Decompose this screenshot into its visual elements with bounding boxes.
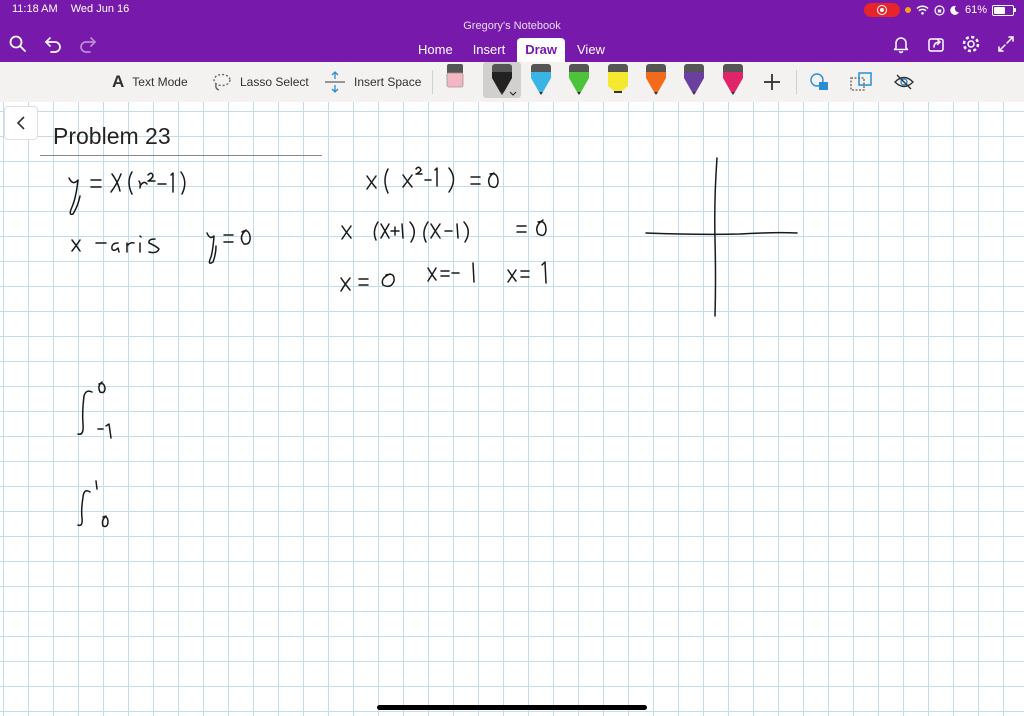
back-button[interactable] xyxy=(4,106,38,140)
battery-icon xyxy=(992,4,1016,16)
settings-gear-icon[interactable] xyxy=(960,33,982,55)
wifi-icon xyxy=(916,5,929,15)
screen-recording-icon[interactable] xyxy=(863,3,900,17)
page-title[interactable]: Problem 23 xyxy=(53,123,171,150)
status-bar-left: 11:18 AM Wed Jun 16 xyxy=(12,3,139,15)
ink-to-shape-icon[interactable] xyxy=(849,70,875,94)
cyan-pen-icon[interactable] xyxy=(531,64,551,95)
rotation-lock-icon xyxy=(934,4,945,16)
moon-icon xyxy=(950,5,959,15)
green-pen-icon[interactable] xyxy=(569,64,589,95)
bell-icon[interactable] xyxy=(890,33,912,55)
status-time: 11:18 AM xyxy=(12,3,58,15)
fullscreen-icon[interactable] xyxy=(995,33,1017,55)
ink-replay-icon[interactable] xyxy=(892,70,916,94)
tab-draw[interactable]: Draw xyxy=(517,38,565,64)
tab-home[interactable]: Home xyxy=(410,38,461,64)
redo-icon[interactable] xyxy=(77,33,99,55)
shapes-icon[interactable] xyxy=(808,70,832,94)
chevron-left-icon xyxy=(16,116,25,130)
status-bar-right: 61% xyxy=(863,3,1016,17)
yellow-highlighter-icon[interactable] xyxy=(608,64,628,93)
mic-indicator-icon xyxy=(904,7,911,13)
notebook-title: Gregory's Notebook xyxy=(463,20,561,32)
share-icon[interactable] xyxy=(925,33,947,55)
search-icon[interactable] xyxy=(7,33,29,55)
title-underline xyxy=(40,155,322,156)
ribbon-tabs: Home Insert Draw View xyxy=(410,38,617,64)
orange-pen-icon[interactable] xyxy=(646,64,666,95)
status-date: Wed Jun 16 xyxy=(70,3,130,15)
tab-insert[interactable]: Insert xyxy=(465,38,514,64)
ribbon-divider xyxy=(796,70,797,94)
undo-icon[interactable] xyxy=(42,33,64,55)
tab-view[interactable]: View xyxy=(569,38,613,64)
app-header: 11:18 AM Wed Jun 16 61% Gregory's Notebo… xyxy=(0,0,1024,64)
chevron-down-icon[interactable] xyxy=(509,91,517,96)
add-pen-icon[interactable] xyxy=(762,72,782,92)
note-canvas[interactable] xyxy=(0,102,1024,716)
black-pen-icon[interactable] xyxy=(492,64,517,96)
purple-pen-icon[interactable] xyxy=(684,64,704,95)
battery-percent: 61% xyxy=(964,4,987,16)
pink-pen-icon[interactable] xyxy=(723,64,743,95)
home-indicator[interactable] xyxy=(377,705,647,710)
